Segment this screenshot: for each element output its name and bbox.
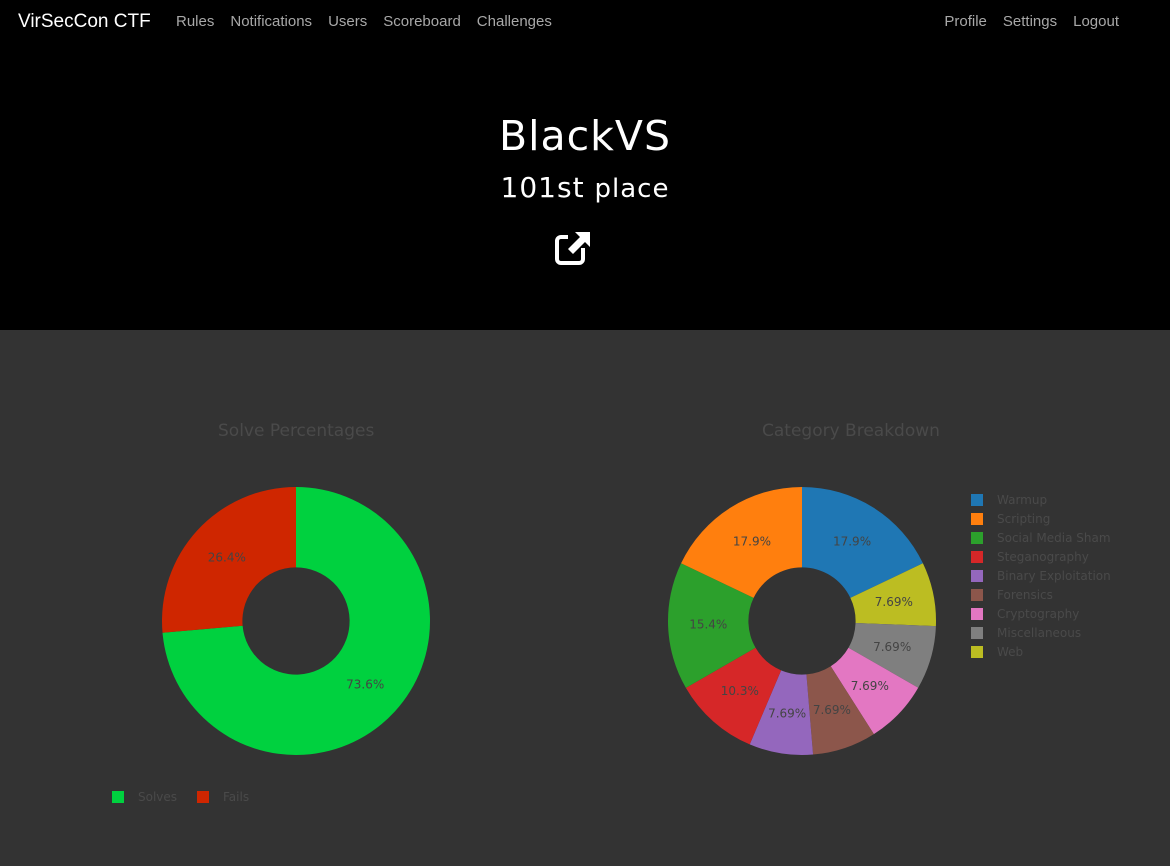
slice-label-social-media-sham: 15.4% xyxy=(689,618,727,632)
legend-label: Solves xyxy=(138,790,178,804)
nav-scoreboard[interactable]: Scoreboard xyxy=(383,13,461,30)
brand-link[interactable]: VirSecCon CTF xyxy=(18,11,151,33)
legend-item-forensics[interactable]: Forensics xyxy=(971,588,1053,602)
team-place: 101st place xyxy=(0,171,1170,204)
legend-label: Cryptography xyxy=(997,607,1080,621)
slice-label-solves: 73.6% xyxy=(346,677,384,691)
team-name: BlackVS xyxy=(498,112,671,160)
category-breakdown-chart: 17.9%7.69%7.69%7.69%7.69%7.69%10.3%15.4%… xyxy=(668,487,936,755)
legend-swatch xyxy=(971,646,983,658)
legend-swatch xyxy=(971,589,983,601)
nav-left: Rules Notifications Users Scoreboard Cha… xyxy=(176,13,552,30)
team-header: BlackVS 101st place xyxy=(0,46,1170,330)
slice-label-fails: 26.4% xyxy=(208,551,246,565)
slice-label-steganography: 10.3% xyxy=(721,684,759,698)
nav-right: Profile Settings Logout xyxy=(944,13,1119,30)
nav-rules[interactable]: Rules xyxy=(176,13,214,30)
nav-challenges[interactable]: Challenges xyxy=(477,13,552,30)
legend-item-social-media-sham[interactable]: Social Media Sham xyxy=(971,531,1111,545)
legend-swatch xyxy=(971,608,983,620)
place-word: place xyxy=(594,174,670,204)
slice-label-web: 7.69% xyxy=(875,595,913,609)
legend-item-cryptography[interactable]: Cryptography xyxy=(971,607,1079,621)
nav-users[interactable]: Users xyxy=(328,13,367,30)
legend-swatch xyxy=(971,551,983,563)
legend-label: Steganography xyxy=(997,550,1089,564)
external-link-icon[interactable] xyxy=(554,230,592,268)
legend-swatch xyxy=(971,494,983,506)
legend-swatch xyxy=(971,570,983,582)
legend-swatch xyxy=(971,627,983,639)
legend-item-binary-exploitation[interactable]: Binary Exploitation xyxy=(971,569,1111,583)
slice-label-forensics: 7.69% xyxy=(813,703,851,717)
legend-label: Scripting xyxy=(997,512,1051,526)
solve-chart-title: Solve Percentages xyxy=(218,421,375,441)
nav-notifications[interactable]: Notifications xyxy=(230,13,312,30)
slice-label-scripting: 17.9% xyxy=(733,535,771,549)
legend-swatch xyxy=(112,791,124,803)
navbar: VirSecCon CTF Rules Notifications Users … xyxy=(0,0,1170,46)
legend-label: Fails xyxy=(223,790,250,804)
legend-label: Warmup xyxy=(997,493,1048,507)
legend-label: Social Media Sham xyxy=(997,531,1111,545)
legend-item-web[interactable]: Web xyxy=(971,645,1023,659)
slice-label-miscellaneous: 7.69% xyxy=(873,640,911,654)
legend-item-scripting[interactable]: Scripting xyxy=(971,512,1050,526)
legend-item-fails[interactable]: Fails xyxy=(197,790,249,804)
nav-settings[interactable]: Settings xyxy=(1003,13,1057,30)
slice-label-binary-exploitation: 7.69% xyxy=(768,707,806,721)
legend-item-steganography[interactable]: Steganography xyxy=(971,550,1089,564)
legend-label: Web xyxy=(997,645,1024,659)
legend-swatch xyxy=(971,513,983,525)
place-number: 101 xyxy=(500,171,557,204)
nav-logout[interactable]: Logout xyxy=(1073,13,1119,30)
solve-percentages-chart: 73.6% 26.4% xyxy=(162,487,430,755)
legend-label: Miscellaneous xyxy=(997,626,1082,640)
legend-item-warmup[interactable]: Warmup xyxy=(971,493,1047,507)
slice-label-cryptography: 7.69% xyxy=(851,679,889,693)
category-chart-title: Category Breakdown xyxy=(762,421,940,441)
slice-label-warmup: 17.9% xyxy=(833,535,871,549)
legend-item-miscellaneous[interactable]: Miscellaneous xyxy=(971,626,1081,640)
legend-item-solves[interactable]: Solves xyxy=(112,790,177,804)
nav-profile[interactable]: Profile xyxy=(944,13,987,30)
legend-label: Binary Exploitation xyxy=(997,569,1111,583)
legend-swatch xyxy=(971,532,983,544)
legend-swatch xyxy=(197,791,209,803)
place-suffix: st xyxy=(557,171,585,204)
legend-label: Forensics xyxy=(997,588,1053,602)
